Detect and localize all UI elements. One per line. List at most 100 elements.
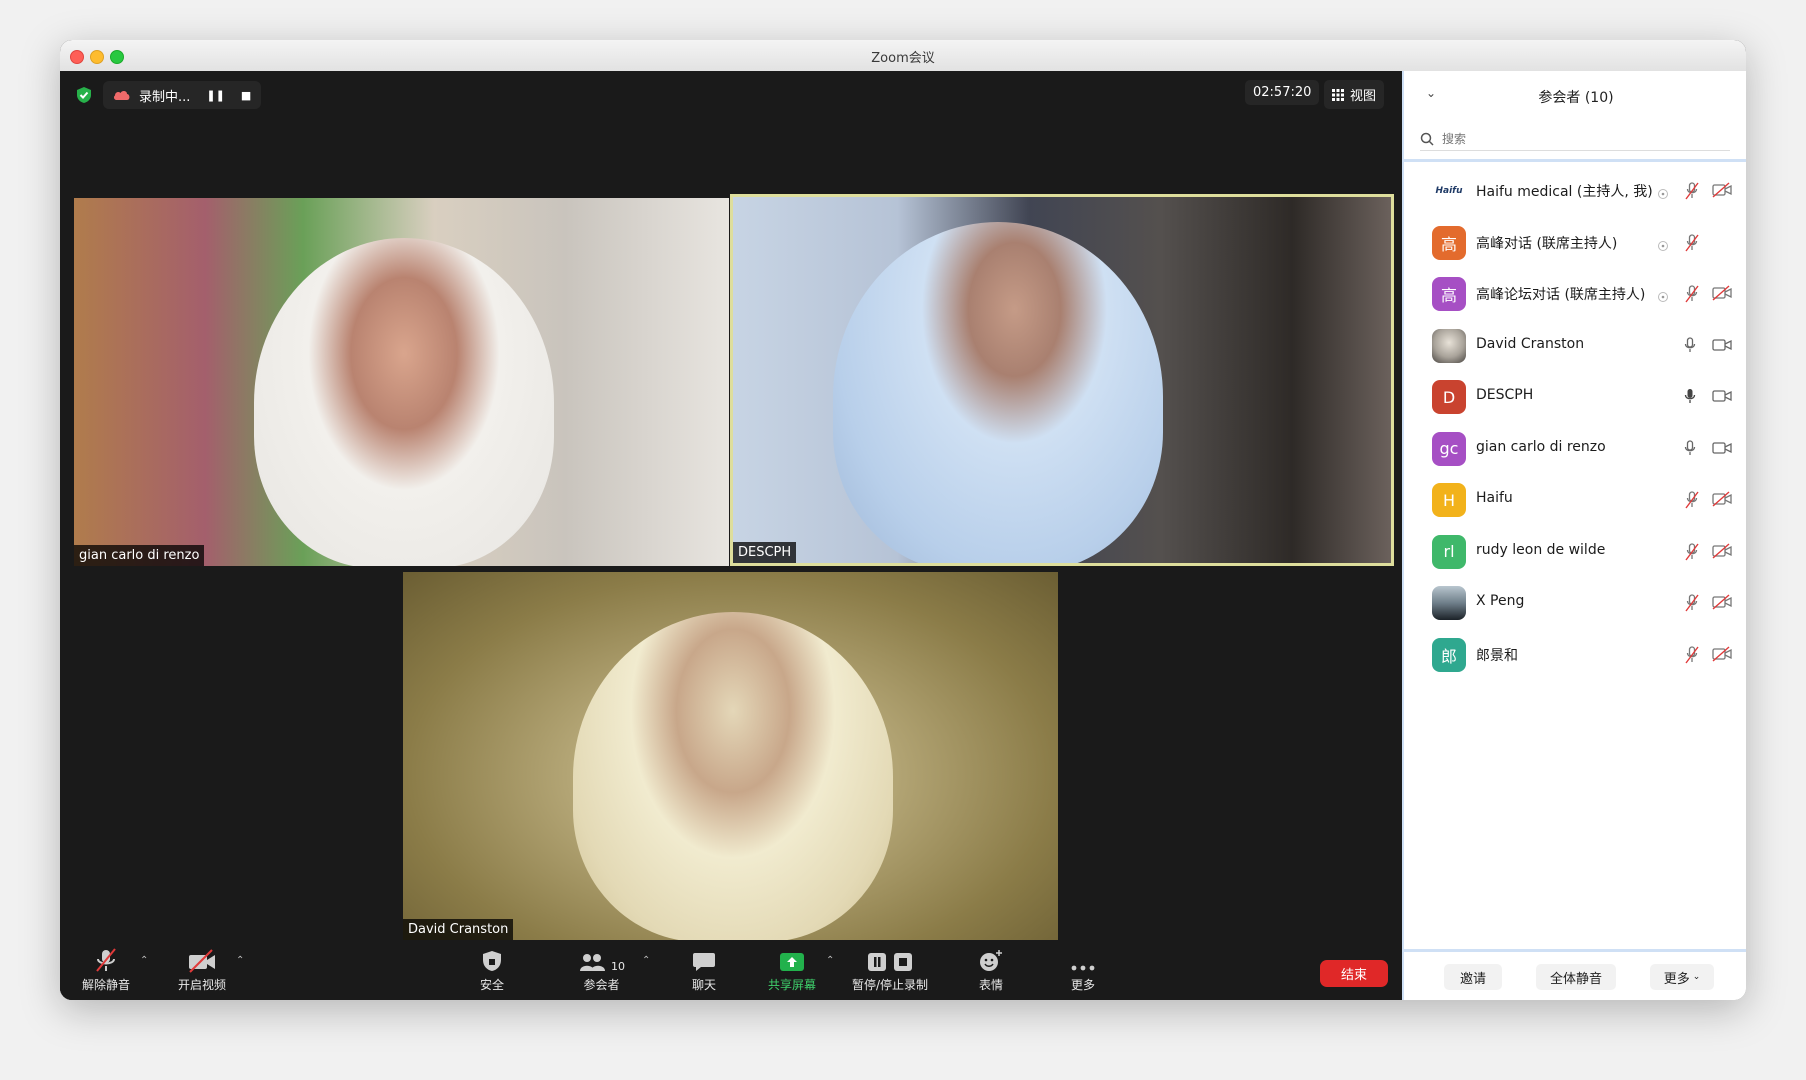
video-off-icon[interactable]: [1712, 542, 1732, 563]
window-title: Zoom会议: [871, 51, 935, 66]
security-button[interactable]: 安全: [480, 945, 504, 993]
microphone-muted-icon[interactable]: [1684, 645, 1700, 668]
divider: [1404, 159, 1746, 162]
participants-panel-header: ⌄ 参会者 (10): [1404, 71, 1746, 117]
video-off-icon[interactable]: [1712, 182, 1732, 202]
microphone-muted-icon[interactable]: [1684, 594, 1700, 616]
participants-panel-title: 参会者 (10): [1538, 90, 1614, 106]
participant-row[interactable]: rl rudy leon de wilde: [1404, 526, 1746, 578]
video-options-caret-icon[interactable]: ⌃: [236, 955, 244, 966]
pause-stop-recording-icon: [868, 953, 913, 971]
video-camera-icon[interactable]: [1712, 388, 1732, 407]
participant-row[interactable]: 高高峰论坛对话 (联席主持人): [1404, 268, 1746, 320]
video-tile[interactable]: David Cranston: [403, 572, 1058, 940]
start-video-button[interactable]: 开启视频: [178, 945, 226, 993]
participant-avatar: 高: [1432, 225, 1466, 260]
participants-options-caret-icon[interactable]: ⌃: [642, 955, 650, 966]
share-screen-label: 共享屏幕: [768, 978, 817, 992]
participant-name: 高峰对话 (联席主持人): [1476, 235, 1618, 252]
pause-recording-icon[interactable]: ❚❚: [206, 89, 224, 102]
participant-row[interactable]: David Cranston: [1404, 320, 1746, 372]
microphone-muted-icon[interactable]: [1684, 491, 1700, 513]
video-name-label: David Cranston: [403, 919, 514, 940]
participant-row[interactable]: X Peng: [1404, 577, 1746, 629]
participant-avatar: Haifu: [1432, 174, 1466, 208]
screen-share-indicator-icon: [1657, 185, 1669, 204]
participant-avatar: 郎: [1432, 637, 1466, 672]
start-video-label: 开启视频: [178, 978, 227, 992]
end-meeting-button[interactable]: 结束: [1320, 960, 1388, 987]
chat-bubble-icon: [693, 953, 715, 971]
participant-avatar: H: [1432, 483, 1466, 517]
audio-options-caret-icon[interactable]: ⌃: [140, 955, 148, 966]
microphone-icon[interactable]: [1684, 439, 1696, 460]
microphone-muted-icon[interactable]: [1684, 285, 1700, 307]
stop-recording-icon[interactable]: ■: [241, 89, 251, 102]
microphone-muted-icon[interactable]: [1684, 542, 1700, 565]
unmute-button[interactable]: 解除静音: [82, 945, 130, 993]
participant-row[interactable]: 高高峰对话 (联席主持人): [1404, 217, 1746, 269]
more-button[interactable]: 更多: [1070, 945, 1096, 993]
pause-stop-recording-button[interactable]: 暂停/停止录制: [852, 945, 928, 993]
microphone-icon[interactable]: [1684, 336, 1696, 357]
meeting-toolbar: 解除静音 ⌃ 开启视频 ⌃ 安全 10 参会者 ⌃ 聊天 共享屏幕 ⌃ 暂停/停…: [60, 945, 1402, 1000]
participant-search[interactable]: [1420, 128, 1730, 151]
encryption-shield-icon[interactable]: [75, 86, 93, 104]
participant-name: rudy leon de wilde: [1476, 541, 1606, 558]
participants-label: 参会者: [583, 978, 620, 992]
video-off-icon: [189, 949, 215, 973]
microphone-icon[interactable]: [1684, 388, 1696, 408]
emoji-reaction-icon: [980, 950, 1002, 971]
mute-all-button[interactable]: 全体静音: [1536, 964, 1616, 990]
video-off-icon[interactable]: [1712, 285, 1732, 305]
participant-row[interactable]: D DESCPH: [1404, 371, 1746, 423]
share-screen-icon: [780, 953, 804, 971]
video-name-label: DESCPH: [733, 542, 797, 563]
video-off-icon[interactable]: [1712, 645, 1732, 666]
participants-button[interactable]: 10 参会者: [578, 945, 625, 993]
video-tile[interactable]: gian carlo di renzo: [74, 198, 729, 566]
microphone-muted-icon[interactable]: [1684, 182, 1700, 204]
search-input[interactable]: [1440, 131, 1714, 147]
recording-indicator[interactable]: 录制中... ❚❚ ■: [103, 81, 262, 109]
participants-panel: ⌄ 参会者 (10) HaifuHaifu medical (主持人, 我)高高…: [1402, 71, 1746, 1000]
participants-panel-footer: 邀请 全体静音 更多 ⌄: [1404, 949, 1746, 1000]
participant-name: DESCPH: [1476, 387, 1534, 403]
participant-name: gian carlo di renzo: [1476, 438, 1606, 455]
participant-name: X Peng: [1476, 593, 1525, 609]
video-camera-icon[interactable]: [1712, 337, 1732, 356]
participants-icon: [580, 954, 605, 971]
video-off-icon[interactable]: [1712, 491, 1732, 511]
share-screen-button[interactable]: 共享屏幕: [768, 945, 816, 993]
invite-button[interactable]: 邀请: [1444, 964, 1502, 990]
security-shield-icon: [483, 951, 501, 971]
participant-avatar: 高: [1432, 277, 1466, 311]
participant-name: 高峰论坛对话 (联席主持人): [1476, 287, 1646, 303]
reactions-button[interactable]: 表情: [978, 945, 1004, 993]
microphone-muted-icon[interactable]: [1684, 233, 1700, 256]
more-dots-icon: [1071, 965, 1095, 971]
participant-row[interactable]: H Haifu: [1404, 474, 1746, 526]
chevron-down-icon: ⌄: [1692, 972, 1701, 982]
participant-avatar: D: [1432, 380, 1466, 414]
search-icon: [1420, 132, 1434, 146]
unmute-label: 解除静音: [82, 978, 131, 992]
security-label: 安全: [480, 978, 505, 992]
recording-label: 录制中...: [139, 89, 191, 105]
share-options-caret-icon[interactable]: ⌃: [826, 955, 834, 966]
more-label: 更多: [1070, 978, 1095, 992]
participant-row[interactable]: 郎郎景和: [1404, 629, 1746, 681]
video-camera-icon[interactable]: [1712, 440, 1732, 459]
participant-row[interactable]: gc gian carlo di renzo: [1404, 423, 1746, 475]
video-off-icon[interactable]: [1712, 594, 1732, 614]
reactions-label: 表情: [978, 978, 1003, 992]
participant-avatar: [1432, 586, 1466, 620]
video-tile-active-speaker[interactable]: DESCPH: [730, 194, 1394, 566]
participant-row[interactable]: Haifu Haifu medical (主持人, 我): [1404, 165, 1746, 217]
meeting-timer: 02:57:20: [1245, 80, 1320, 105]
meeting-topbar: 录制中... ❚❚ ■: [75, 81, 262, 109]
more-options-button[interactable]: 更多 ⌄: [1650, 964, 1714, 990]
chat-button[interactable]: 聊天: [692, 945, 716, 993]
microphone-muted-icon: [96, 948, 116, 972]
view-button[interactable]: 视图: [1324, 80, 1385, 109]
